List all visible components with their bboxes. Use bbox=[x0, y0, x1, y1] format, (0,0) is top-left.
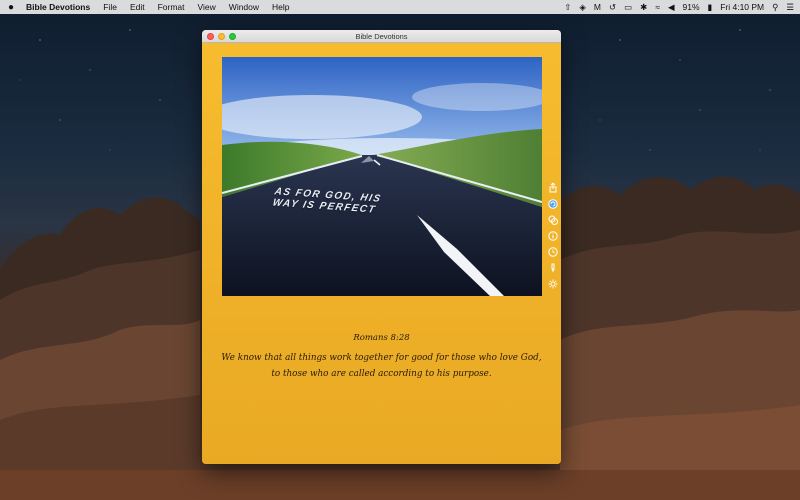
shield-icon[interactable]: ◈ bbox=[579, 0, 586, 14]
menu-app-name[interactable]: Bible Devotions bbox=[26, 2, 90, 12]
devotion-image: AS FOR GOD, HIS WAY IS PERFECT bbox=[222, 57, 542, 296]
mail-icon[interactable]: M bbox=[594, 0, 601, 14]
brush-icon[interactable] bbox=[548, 263, 558, 273]
info-icon[interactable] bbox=[548, 231, 558, 241]
sync-icon[interactable]: ↺ bbox=[609, 0, 616, 14]
wifi-icon[interactable]: ≈ bbox=[655, 0, 660, 14]
status-area: ⇧ ◈ M ↺ ▭ ✱ ≈ ◀ 91% ▮ Fri 4:10 PM ⚲ ☰ bbox=[556, 0, 794, 14]
bluetooth-icon[interactable]: ✱ bbox=[640, 0, 647, 14]
menu-view[interactable]: View bbox=[198, 2, 216, 12]
clock[interactable]: Fri 4:10 PM bbox=[720, 2, 764, 12]
clock-icon[interactable] bbox=[548, 247, 558, 257]
upload-icon[interactable]: ⇧ bbox=[564, 0, 571, 14]
tool-palette bbox=[546, 183, 560, 295]
battery-percent[interactable]: 91% bbox=[683, 2, 700, 12]
window-title: Bible Devotions bbox=[355, 32, 408, 41]
devotion-content: AS FOR GOD, HIS WAY IS PERFECT Romans 8:… bbox=[202, 43, 561, 464]
menu-format[interactable]: Format bbox=[158, 2, 185, 12]
settings-icon[interactable] bbox=[548, 279, 558, 289]
spotlight-search-icon[interactable]: ⚲ bbox=[772, 0, 778, 14]
menu-file[interactable]: File bbox=[103, 2, 117, 12]
menu-bar: ● Bible Devotions File Edit Format View … bbox=[0, 0, 800, 14]
volume-icon[interactable]: ◀ bbox=[668, 0, 675, 14]
bible-devotions-window: Bible Devotions AS FOR GOD, HIS WAY IS P… bbox=[202, 30, 561, 464]
window-titlebar[interactable]: Bible Devotions bbox=[202, 30, 561, 43]
notification-center-icon[interactable]: ☰ bbox=[786, 0, 794, 14]
verse-reference: Romans 8:28 bbox=[353, 333, 410, 343]
airplay-icon[interactable]: ▭ bbox=[624, 0, 632, 14]
battery-icon[interactable]: ▮ bbox=[708, 0, 713, 14]
refresh-icon[interactable] bbox=[548, 199, 558, 209]
menu-window[interactable]: Window bbox=[229, 2, 259, 12]
verse-text: We know that all things work together fo… bbox=[221, 353, 542, 379]
copy-icon[interactable] bbox=[548, 215, 558, 225]
share-icon[interactable] bbox=[548, 183, 558, 193]
menu-edit[interactable]: Edit bbox=[130, 2, 145, 12]
apple-icon[interactable]: ● bbox=[6, 2, 16, 13]
menu-help[interactable]: Help bbox=[272, 2, 289, 12]
